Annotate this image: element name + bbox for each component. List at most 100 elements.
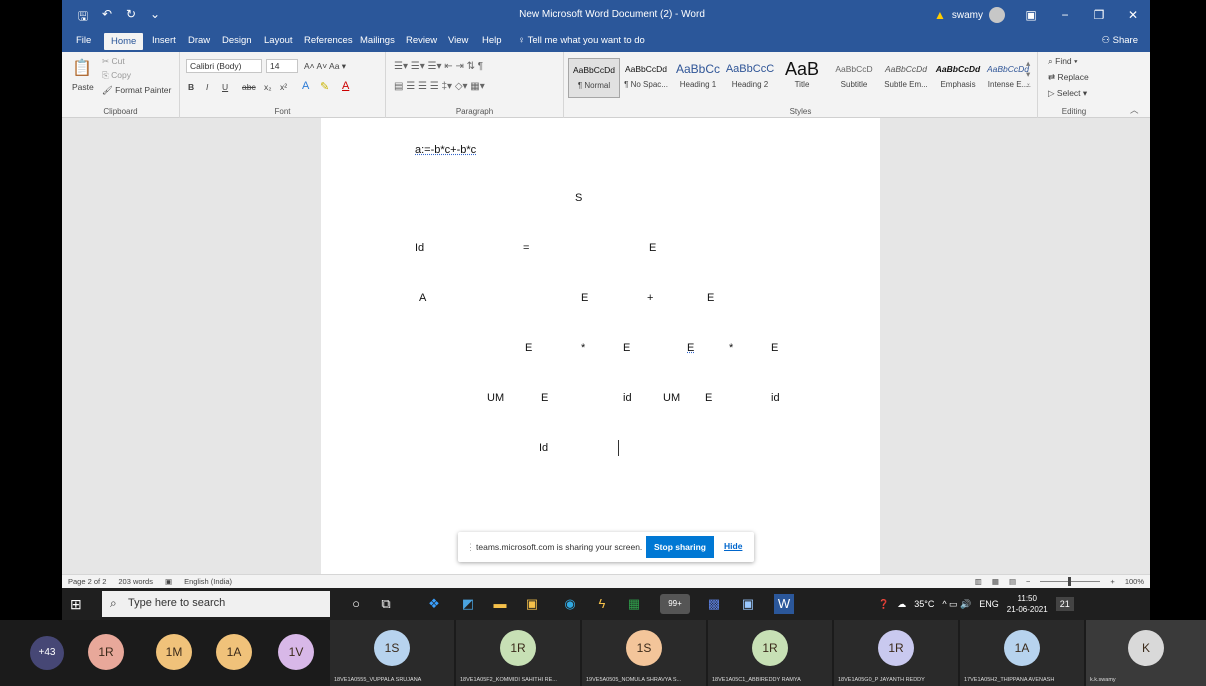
participant-tile[interactable]: 1R 18VE1A05G0_P JAYANTH REDDY (834, 620, 958, 686)
font-size-dropdown[interactable]: 14 (266, 59, 298, 73)
stop-sharing-button[interactable]: Stop sharing (646, 536, 714, 558)
read-mode-icon[interactable]: ▥ (975, 577, 982, 586)
tab-insert[interactable]: Insert (152, 35, 176, 46)
ribbon-display-icon[interactable]: ▣ (1014, 0, 1048, 30)
italic-button[interactable]: I (206, 82, 208, 92)
styles-scroll-icon[interactable]: ▴ ▾ ⩡ (1026, 58, 1031, 91)
more-participants-badge[interactable]: +43 (30, 636, 64, 670)
font-color-icon[interactable]: A (342, 80, 349, 92)
tray-icons[interactable]: ^ ▭ 🔊 (942, 599, 971, 610)
taskbar-search-input[interactable]: ⌕ Type here to search (102, 591, 330, 617)
align-icons[interactable]: ▤ ☰ ☰ ☰ ‡▾ ◇▾ ▦▾ (394, 81, 485, 92)
word-icon[interactable]: W (774, 594, 794, 614)
participant-tile[interactable]: 1S 18VE1A0555_VUPPALA SRUJANA (330, 620, 454, 686)
clock[interactable]: 11:50 21-06-2021 (1007, 593, 1048, 615)
grow-font-icon[interactable]: A˄ A˅ Aa ▾ (304, 61, 346, 72)
tell-me-search[interactable]: ♀ Tell me what you want to do (518, 35, 645, 46)
highlight-icon[interactable]: ✎ (320, 80, 329, 93)
zoom-out-icon[interactable]: − (1026, 577, 1030, 586)
page-count[interactable]: Page 2 of 2 (68, 577, 106, 586)
teams-icon[interactable]: ▩ (704, 594, 724, 614)
find-button[interactable]: ⌕ Find ▾ (1048, 56, 1078, 67)
participant-tile[interactable]: 1A 17VE1A05H2_THIPPANA AVENASH (960, 620, 1084, 686)
style-emphasis[interactable]: AaBbCcDd Emphasis (932, 58, 984, 98)
weather-icon[interactable]: ☁ (897, 599, 906, 610)
participant-tile[interactable]: 1S 19VE5A0505_NOMULA SHRAVYA S... (582, 620, 706, 686)
chrome-icon[interactable]: ◉ (560, 594, 580, 614)
hide-link[interactable]: Hide (724, 541, 742, 551)
proofing-icon[interactable]: ▣ (165, 577, 172, 586)
tab-mailings[interactable]: Mailings (360, 35, 395, 46)
participant-avatar[interactable]: 1R (88, 634, 124, 670)
font-name-dropdown[interactable]: Calibri (Body) (186, 59, 262, 73)
strikethrough-button[interactable]: abc (242, 82, 256, 92)
notification-badge[interactable]: 21 (1055, 597, 1074, 611)
redo-icon[interactable]: ↻ (124, 7, 138, 28)
style-heading-2[interactable]: AaBbCcC Heading 2 (724, 58, 776, 98)
tab-review[interactable]: Review (406, 35, 437, 46)
style-heading-1[interactable]: AaBbCc Heading 1 (672, 58, 724, 98)
web-layout-icon[interactable]: ▤ (1009, 577, 1016, 586)
close-button[interactable]: ✕ (1116, 0, 1150, 30)
task-view-icon[interactable]: ⧉ (376, 594, 396, 614)
user-avatar[interactable] (989, 7, 1006, 23)
paste-icon[interactable]: 📋 (72, 58, 92, 78)
file-explorer-icon[interactable]: ▬ (490, 594, 510, 614)
help-icon[interactable]: ❓ (878, 599, 889, 610)
zoom-level[interactable]: 100% (1125, 577, 1144, 586)
style-subtitle[interactable]: AaBbCcD Subtitle (828, 58, 880, 98)
participant-avatar[interactable]: 1M (156, 634, 192, 670)
style-title[interactable]: AaB Title (776, 58, 828, 98)
windows-start-icon[interactable]: ⊞ (70, 596, 82, 613)
edge-icon[interactable]: ◩ (458, 594, 478, 614)
excel-icon[interactable]: ▦ (624, 594, 644, 614)
tab-design[interactable]: Design (222, 35, 252, 46)
select-button[interactable]: ▷ Select ▾ (1048, 88, 1087, 99)
document-page[interactable]: a:=-b*c+-b*c S Id = E A E + E E * E E * … (321, 118, 880, 574)
warning-icon[interactable]: ▲ (934, 8, 946, 22)
app-icon[interactable]: ϟ (592, 594, 612, 614)
tab-view[interactable]: View (448, 35, 468, 46)
tab-help[interactable]: Help (482, 35, 502, 46)
print-layout-icon[interactable]: ▦ (992, 577, 999, 586)
tab-file[interactable]: File (76, 35, 91, 46)
tab-layout[interactable]: Layout (264, 35, 293, 46)
zoom-in-icon[interactable]: + (1110, 577, 1114, 586)
participant-tile[interactable]: K k.k.swamy (1086, 620, 1206, 686)
app-badge[interactable]: 99+ (660, 594, 690, 614)
participant-tile[interactable]: 1R 18VE1A05C1_ABBIREDDY RAMYA (708, 620, 832, 686)
window-icon[interactable]: ▣ (738, 594, 758, 614)
tab-references[interactable]: References (304, 35, 353, 46)
participant-avatar[interactable]: 1A (216, 634, 252, 670)
cut-button[interactable]: ✂ Cut (102, 56, 125, 67)
minimize-button[interactable]: − (1048, 0, 1082, 30)
tab-home[interactable]: Home (104, 33, 144, 50)
input-language[interactable]: ENG (979, 599, 999, 609)
list-icons[interactable]: ☰▾ ☰▾ ☰▾ ⇤ ⇥ ⇅ ¶ (394, 61, 483, 72)
superscript-button[interactable]: x² (280, 82, 287, 92)
copy-button[interactable]: ⎘ Copy (102, 70, 131, 81)
style-no-spacing[interactable]: AaBbCcDd ¶ No Spac... (620, 58, 672, 98)
style-normal[interactable]: AaBbCcDd ¶ Normal (568, 58, 620, 98)
zoom-slider[interactable] (1040, 577, 1101, 586)
participant-avatar[interactable]: 1V (278, 634, 314, 670)
word-count[interactable]: 203 words (118, 577, 153, 586)
save-icon[interactable]: 🖫 (76, 7, 90, 28)
tab-draw[interactable]: Draw (188, 35, 210, 46)
customize-qat-icon[interactable]: ⌄ (148, 7, 162, 28)
format-painter-button[interactable]: 🖌 Format Painter (102, 85, 171, 96)
collapse-ribbon-icon[interactable]: ︿ (1130, 104, 1139, 116)
paste-button[interactable]: Paste (72, 82, 94, 92)
underline-button[interactable]: U (222, 82, 228, 92)
style-subtle-emphasis[interactable]: AaBbCcDd Subtle Em... (880, 58, 932, 98)
temperature[interactable]: 35°C (914, 599, 934, 609)
bold-button[interactable]: B (188, 82, 194, 92)
participant-tile[interactable]: 1R 18VE1A05F2_KOMMIDI SAHITHI RE... (456, 620, 580, 686)
drag-handle-icon[interactable]: ⋮ (466, 542, 475, 553)
restore-button[interactable]: ❐ (1082, 0, 1116, 30)
cortana-icon[interactable]: ○ (346, 594, 366, 614)
user-name[interactable]: swamy (952, 10, 983, 21)
subscript-button[interactable]: x₂ (264, 82, 272, 92)
share-button[interactable]: ⚇ Share (1101, 35, 1138, 46)
text-effects-icon[interactable]: A (302, 80, 309, 92)
